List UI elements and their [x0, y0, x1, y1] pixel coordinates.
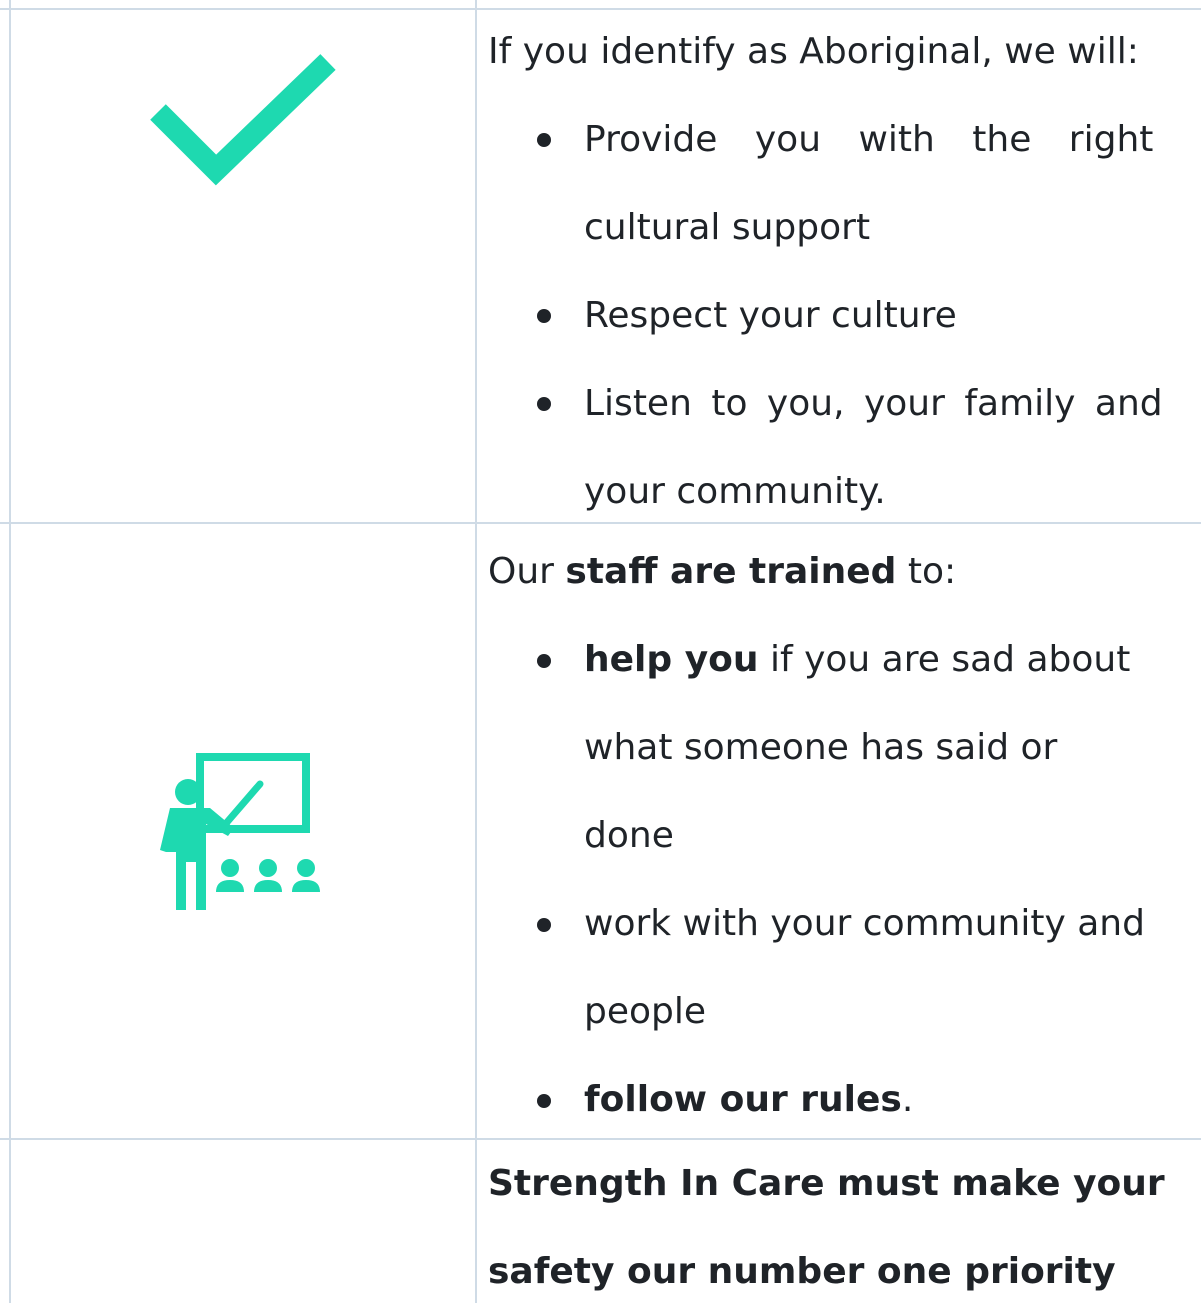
- bullet-dot: [537, 309, 551, 323]
- row2-bullet2-line1: work with your community and: [584, 903, 1145, 944]
- row2-bullet3-line1: follow our rules.: [584, 1056, 913, 1144]
- row2-bullet1-rest: if you are sad about: [758, 639, 1131, 680]
- table-border-middle: [475, 0, 477, 1303]
- row1-bullet1-line2: cultural support: [584, 207, 871, 248]
- bullet-dot: [537, 654, 551, 668]
- checkmark-icon: [150, 54, 336, 186]
- row1-bullet1-line1: Provide you with the right: [584, 119, 1154, 160]
- row1-bullet3-line2: your community.: [584, 471, 886, 512]
- row2-bullet1-line2: what someone has said or: [584, 727, 1058, 768]
- row2-bullet3-rest: .: [901, 1079, 914, 1120]
- row1-intro: If you identify as Aboriginal, we will:: [488, 31, 1139, 72]
- bullet-dot: [537, 1094, 551, 1108]
- row2-bullet1-line3: done: [584, 815, 674, 856]
- row2-intro-suffix: to:: [896, 551, 957, 592]
- table-border-left: [9, 0, 11, 1303]
- row1-bullet3-line1: Listen to you, your family and: [584, 383, 1163, 424]
- bullet-dot: [537, 397, 551, 411]
- bullet-dot: [537, 133, 551, 147]
- row2-intro-prefix: Our: [488, 551, 566, 592]
- row3-line1: Strength In Care must make your: [488, 1163, 1165, 1204]
- bullet-dot: [537, 918, 551, 932]
- row2-bullet2-line2: people: [584, 991, 707, 1032]
- row3-line2: safety our number one priority: [488, 1251, 1116, 1292]
- page: If you identify as Aboriginal, we will: …: [0, 0, 1201, 1303]
- row2-intro: Our staff are trained to:: [488, 528, 1188, 616]
- row2-intro-bold: staff are trained: [565, 551, 897, 592]
- row2-bullet3-bold: follow our rules: [584, 1079, 902, 1120]
- row2-bullet1-bold: help you: [584, 639, 759, 680]
- row2-bullet1-line1: help you if you are sad about: [584, 616, 1130, 704]
- teacher-presentation-icon: [160, 753, 320, 910]
- row1-bullet2-line1: Respect your culture: [584, 295, 957, 336]
